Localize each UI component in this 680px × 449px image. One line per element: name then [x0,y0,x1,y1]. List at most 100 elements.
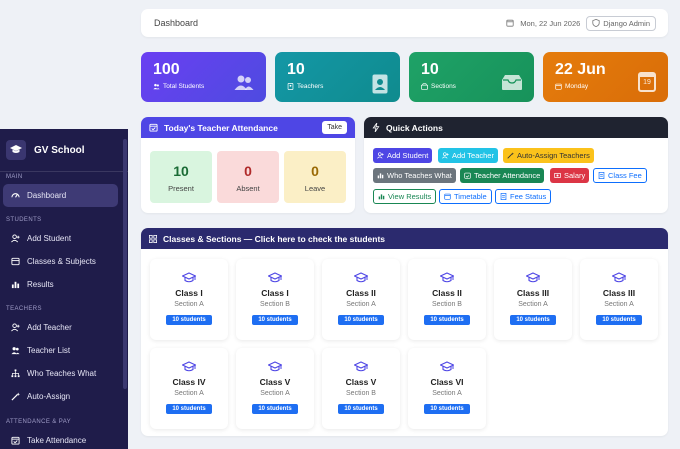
button-label: Salary [564,171,586,180]
class-card[interactable]: Class II Section A 10 students [322,259,400,340]
class-section: Section A [174,390,204,397]
graduation-cap-icon [236,271,314,283]
quick-timetable-button[interactable]: Timetable [439,189,492,204]
quick-fee-status-button[interactable]: Fee Status [495,189,552,204]
take-attendance-button[interactable]: Take [322,121,347,134]
class-card[interactable]: Class V Section A 10 students [236,348,314,429]
calendar-icon [444,193,451,200]
graduation-cap-icon [408,271,486,283]
sidebar-section-teachers: TEACHERS [6,306,42,312]
book-icon [11,257,20,266]
magic-wand-icon [507,152,514,159]
class-card[interactable]: Class V Section B 10 students [322,348,400,429]
class-card[interactable]: Class III Section A 10 students [580,259,658,340]
class-card[interactable]: Class III Section A 10 students [494,259,572,340]
class-section: Section B [260,301,290,308]
attendance-label: Absent [236,184,260,193]
class-section: Section A [260,390,290,397]
stat-card-date: 22 Jun Monday 19 [543,52,668,102]
sidebar-item-take-attendance[interactable]: Take Attendance [3,429,118,449]
button-label: Who Teaches What [387,171,452,180]
inbox-icon [421,83,428,90]
sidebar-item-teacher-list[interactable]: Teacher List [3,339,118,362]
quick-add-teacher-button[interactable]: Add Teacher [438,148,498,163]
class-section: Section B [432,301,462,308]
quick-view-results-button[interactable]: View Results [373,189,437,204]
class-card[interactable]: Class I Section B 10 students [236,259,314,340]
sidebar-item-label: Who Teaches What [27,369,97,378]
graduation-cap-icon [322,271,400,283]
bar-chart-icon [378,194,385,200]
class-card[interactable]: Class I Section A 10 students [150,259,228,340]
sidebar-item-add-student[interactable]: Add Student [3,227,118,250]
stat-card-sections: 10 Sections [409,52,534,102]
button-label: Teacher Attendance [474,171,541,180]
attendance-label: Leave [304,184,326,193]
stat-label: Monday [565,83,589,90]
sidebar-item-label: Classes & Subjects [27,257,96,266]
inbox-icon [502,75,522,90]
sidebar: GV School MAIN Dashboard STUDENTS Add St… [0,129,128,449]
quick-class-fee-button[interactable]: Class Fee [593,168,647,183]
grid-icon [149,234,157,243]
sidebar-item-who-teaches-what[interactable]: Who Teaches What [3,362,118,385]
class-section: Section A [174,301,204,308]
graduation-cap-icon [6,140,26,160]
django-admin-button[interactable]: Django Admin [586,15,656,31]
class-name: Class I [175,288,203,298]
class-name: Class II [432,288,462,298]
calendar-check-icon [464,172,471,179]
stat-card-total-students: 100 Total Students [141,52,266,102]
button-label: View Results [388,192,432,201]
classes-sections-panel: Classes & Sections — Click here to check… [141,228,668,436]
graduation-cap-icon [580,271,658,283]
button-label: Auto-Assign Teachers [517,151,590,160]
student-count-badge: 10 students [166,315,212,325]
lightning-icon [372,123,380,132]
sidebar-item-auto-assign[interactable]: Auto-Assign [3,385,118,408]
sidebar-item-label: Add Teacher [27,323,72,332]
person-plus-icon [11,323,20,332]
quick-add-student-button[interactable]: Add Student [373,148,433,163]
id-badge-icon [372,74,388,94]
class-section: Section A [432,390,462,397]
brand[interactable]: GV School [0,129,128,172]
class-section: Section A [346,301,376,308]
class-card[interactable]: Class IV Section A 10 students [150,348,228,429]
student-count-badge: 10 students [596,315,642,325]
sidebar-item-results[interactable]: Results [3,273,118,296]
quick-who-teaches-what-button[interactable]: Who Teaches What [373,168,456,183]
receipt-icon [598,172,605,179]
magic-wand-icon [11,392,20,401]
panel-title: Quick Actions [386,122,443,133]
person-plus-icon [442,152,449,159]
class-card[interactable]: Class VI Section A 10 students [408,348,486,429]
sidebar-item-label: Auto-Assign [27,392,71,401]
student-count-badge: 10 students [338,404,384,414]
calendar-check-icon [149,123,158,132]
sidebar-scrollbar[interactable] [123,139,127,389]
graduation-cap-icon [236,360,314,372]
sidebar-item-add-teacher[interactable]: Add Teacher [3,316,118,339]
student-count-badge: 10 students [424,315,470,325]
attendance-value: 10 [173,163,189,179]
class-card[interactable]: Class II Section B 10 students [408,259,486,340]
quick-auto-assign-button[interactable]: Auto-Assign Teachers [503,148,594,163]
attendance-label: Present [168,184,194,193]
quick-actions-panel: Quick Actions Add Student Add Teacher Au… [364,117,668,213]
shield-icon [592,19,600,27]
stat-card-teachers: 10 Teachers [275,52,400,102]
panel-title: Today's Teacher Attendance [164,122,278,133]
attendance-absent: 0 Absent [217,151,279,203]
cash-icon [554,173,561,178]
sidebar-item-classes-subjects[interactable]: Classes & Subjects [3,250,118,273]
quick-salary-button[interactable]: Salary [550,168,590,183]
calendar-icon [555,83,562,90]
quick-teacher-attendance-button[interactable]: Teacher Attendance [460,168,545,183]
button-label: Fee Status [510,192,547,201]
classes-panel-header[interactable]: Classes & Sections — Click here to check… [141,228,668,249]
attendance-leave: 0 Leave [284,151,346,203]
sidebar-item-dashboard[interactable]: Dashboard [3,184,118,207]
bar-chart-icon [11,281,20,289]
calendar-icon: 19 [638,72,656,92]
